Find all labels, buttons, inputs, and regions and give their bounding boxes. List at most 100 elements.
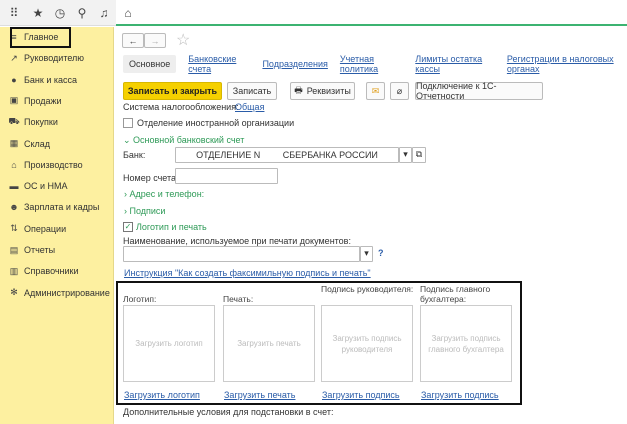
tab[interactable]: Регистрации в налоговых органах (507, 54, 627, 74)
connect-reporting-button[interactable]: Подключение к 1С-Отчетности (415, 81, 543, 101)
sidebar-item[interactable]: ▣ Продажи (0, 91, 113, 111)
search-icon[interactable]: ⚲ (74, 5, 90, 21)
print-name-dropdown[interactable]: ▾ (360, 246, 373, 262)
tab-bar: Основное Банковские счета Подразделения Уче… (123, 54, 627, 74)
logo-section-checkbox[interactable]: ✓ (123, 222, 133, 232)
sidebar-item[interactable]: ↗ Руководителю (0, 48, 113, 68)
upload-link[interactable]: Загрузить логотип (124, 390, 200, 400)
home-icon[interactable]: ⌂ (120, 5, 136, 21)
print-name-input[interactable] (123, 246, 360, 262)
sidebar-item[interactable]: ✻ Администрирование (0, 283, 113, 303)
save-close-button[interactable]: Записать и закрыть (123, 82, 222, 100)
sidebar-item-label: Зарплата и кадры (24, 202, 100, 213)
extra-conditions-label: Дополнительные условия для подстановки в… (123, 407, 334, 417)
sidebar-item-label: Операции (24, 223, 67, 234)
email-button[interactable]: ✉ (366, 82, 385, 100)
bell-icon[interactable]: ♫ (96, 5, 112, 21)
chevron-down-icon: ⌄ (123, 135, 134, 145)
forward-button[interactable]: → (144, 33, 166, 48)
sidebar-item[interactable]: ⌂ Производство (0, 155, 113, 175)
upload-link[interactable]: Загрузить подпись (322, 390, 400, 400)
gear-icon: ✻ (10, 287, 18, 298)
tab[interactable]: Банковские счета (188, 54, 250, 74)
sidebar-item[interactable]: ▦ Склад (0, 134, 113, 154)
print-name-label: Наименование, используемое при печати до… (123, 236, 351, 246)
sidebar-item[interactable]: ● Банк и касса (0, 70, 113, 90)
history-icon[interactable]: ◷ (52, 5, 68, 21)
upload-link[interactable]: Загрузить подпись (421, 390, 499, 400)
attach-button[interactable]: ⌀ (390, 82, 409, 100)
sidebar-item-label: Справочники (24, 266, 79, 277)
signatures-section-toggle[interactable]: › Подписи (124, 206, 165, 216)
sidebar-item[interactable]: ⇅ Операции (0, 219, 113, 239)
sidebar: ≡ Главное ↗ Руководителю ● Банк и касса ▣ Прода… (0, 27, 114, 424)
apps-grid-icon[interactable]: ⠿ (6, 5, 22, 21)
truck-icon: ▬ (9, 181, 19, 192)
bank-dropdown-button[interactable]: ▾ (399, 147, 412, 163)
image-caption: Логотип: (123, 294, 157, 304)
upload-link[interactable]: Загрузить печать (224, 390, 295, 400)
envelope-icon: ✉ (371, 85, 380, 96)
help-icon[interactable]: ? (378, 248, 384, 258)
image-placeholder[interactable]: Загрузить подпись руководителя (321, 305, 413, 382)
tab[interactable]: Лимиты остатка кассы (415, 54, 495, 74)
image-placeholder-text: Загрузить логотип (135, 339, 203, 348)
image-placeholder-text: Загрузить подпись руководителя (332, 333, 402, 354)
logo-section-label: Логотип и печать (136, 222, 207, 232)
sidebar-item[interactable]: ⛟ Покупки (0, 112, 113, 132)
image-placeholder[interactable]: Загрузить печать (223, 305, 315, 382)
cart-icon: ⛟ (8, 116, 20, 127)
tab[interactable]: Учетная политика (340, 54, 403, 74)
sidebar-item-label: Администрирование (24, 287, 110, 298)
operations-icon: ⇅ (10, 223, 18, 234)
address-section-toggle[interactable]: › Адрес и телефон: (124, 189, 204, 199)
report-icon: ▤ (9, 244, 19, 255)
image-placeholder[interactable]: Загрузить подпись главного бухгалтера (420, 305, 512, 382)
active-item-highlight (10, 27, 71, 48)
sidebar-item-label: ОС и НМА (24, 181, 68, 192)
details-button[interactable]: 🖶 Реквизиты (290, 82, 355, 100)
bank-open-button[interactable]: ⧉ (412, 147, 426, 163)
foreign-checkbox[interactable] (123, 118, 133, 128)
star-icon[interactable]: ★ (30, 5, 46, 21)
tab[interactable]: Подразделения (262, 59, 327, 69)
tax-value-link[interactable]: Общая (235, 102, 264, 112)
open-window-icon: ⧉ (415, 149, 423, 159)
favorite-star-icon[interactable]: ☆ (176, 30, 190, 50)
sidebar-item[interactable]: ▬ ОС и НМА (0, 176, 113, 196)
people-icon: ☻ (9, 202, 19, 213)
account-input[interactable] (175, 168, 278, 184)
sidebar-item[interactable]: ▤ Отчеты (0, 240, 113, 260)
save-button[interactable]: Записать (227, 82, 277, 100)
warehouse-icon: ▦ (9, 138, 19, 148)
sidebar-item-label: Покупки (24, 117, 58, 128)
instruction-link[interactable]: Инструкция "Как создать факсимильную под… (124, 268, 371, 278)
ruble-coin-icon: ● (11, 74, 17, 85)
tab[interactable]: Основное (123, 55, 177, 73)
bank-section-toggle[interactable]: ⌄ Основной банковский счет (123, 135, 244, 146)
bank-label: Банк: (123, 150, 146, 160)
chart-trend-icon: ↗ (10, 52, 18, 63)
image-placeholder-text: Загрузить подпись главного бухгалтера (428, 333, 504, 354)
sidebar-item-label: Продажи (24, 95, 62, 106)
back-button[interactable]: ← (122, 33, 144, 48)
bank-input[interactable]: ОТДЕЛЕНИЕ N СБЕРБАНКА РОССИИ (175, 147, 399, 163)
address-section-label: Адрес и телефон: (129, 189, 205, 199)
sidebar-item-label: Отчеты (24, 245, 56, 255)
signatures-section-label: Подписи (129, 206, 166, 216)
printer-icon: 🖶 (294, 85, 303, 95)
sidebar-item-label: Банк и касса (24, 74, 77, 85)
tax-label: Система налогообложения: (123, 102, 239, 112)
paperclip-icon: ⌀ (396, 85, 403, 96)
book-icon: ▥ (9, 265, 19, 276)
foreign-label: Отделение иностранной организации (137, 118, 295, 128)
image-placeholder[interactable]: Загрузить логотип (123, 305, 215, 382)
sidebar-item-label: Производство (24, 159, 83, 170)
sidebar-item-label: Склад (24, 138, 51, 149)
details-label: Реквизиты (306, 86, 351, 96)
sidebar-item-label: Руководителю (24, 53, 85, 64)
sidebar-item[interactable]: ☻ Зарплата и кадры (0, 197, 113, 217)
account-label: Номер счета: (123, 173, 179, 183)
sidebar-item[interactable]: ▥ Справочники (0, 261, 113, 281)
image-caption: Подпись главного бухгалтера: (420, 284, 491, 304)
